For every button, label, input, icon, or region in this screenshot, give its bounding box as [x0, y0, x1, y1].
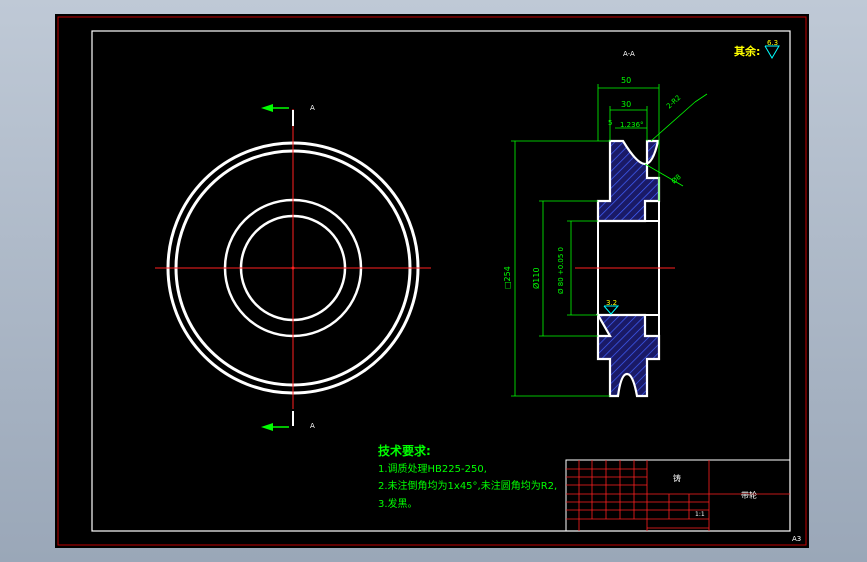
section-arrowhead-bottom — [261, 423, 273, 431]
dim-hub-dia: Ø110 — [531, 267, 541, 289]
roughness-label: 其余: — [734, 44, 760, 58]
tech-requirements: 技术要求: 1.调质处理HB225-250, 2.未注倒角均为1x45°,未注圆… — [378, 443, 557, 510]
drawing-border — [91, 30, 791, 532]
section-marker-top: A — [310, 104, 315, 112]
section-marker-bottom: A — [310, 422, 315, 430]
dim-side-offset: 5 — [608, 119, 612, 127]
drawing-svg: A A A-A 50 30 5 1.236° 2-R2 Ø8 □254 Ø110… — [57, 16, 807, 546]
tech-item-3: 3.发黑。 — [378, 497, 418, 510]
sheet-size: A3 — [792, 535, 801, 543]
dim-groove-depth: Ø8 — [670, 173, 683, 186]
title-block-material: 铸 — [673, 473, 681, 483]
roughness-note: 其余: 6.3 — [734, 39, 780, 59]
tech-title: 技术要求: — [378, 443, 431, 458]
center-point — [291, 266, 295, 270]
tech-item-2: 2.未注倒角均为1x45°,未注圆角均为R2, — [378, 479, 557, 492]
dim-width-inner: 30 — [621, 100, 631, 109]
tech-item-1: 1.调质处理HB225-250, — [378, 463, 487, 475]
dim-r2-leader-tail — [694, 93, 708, 103]
inline-roughness-symbol — [603, 305, 620, 315]
dim-outer-dia: □254 — [503, 266, 512, 289]
title-block-part-name: 带轮 — [741, 490, 757, 500]
dim-width-total: 50 — [621, 76, 631, 85]
dim-groove-angle: 1.236° — [620, 121, 644, 129]
view-label: A-A — [623, 50, 635, 58]
title-block-scale: 1:1 — [695, 511, 705, 518]
lower-section-hatch — [596, 313, 661, 398]
roughness-symbol — [764, 45, 780, 59]
upper-section-hatch — [596, 139, 661, 223]
dim-bore-dia: Ø 80 +0.05 0 — [557, 247, 565, 294]
section-arrowhead-top — [261, 104, 273, 112]
dim-groove-radius: 2-R2 — [665, 94, 682, 111]
section-view: A-A 50 30 5 1.236° 2-R2 Ø8 □254 Ø110 Ø 8… — [503, 50, 708, 398]
drawing-canvas: A A A-A 50 30 5 1.236° 2-R2 Ø8 □254 Ø110… — [55, 14, 809, 548]
front-view: A A — [155, 104, 431, 431]
